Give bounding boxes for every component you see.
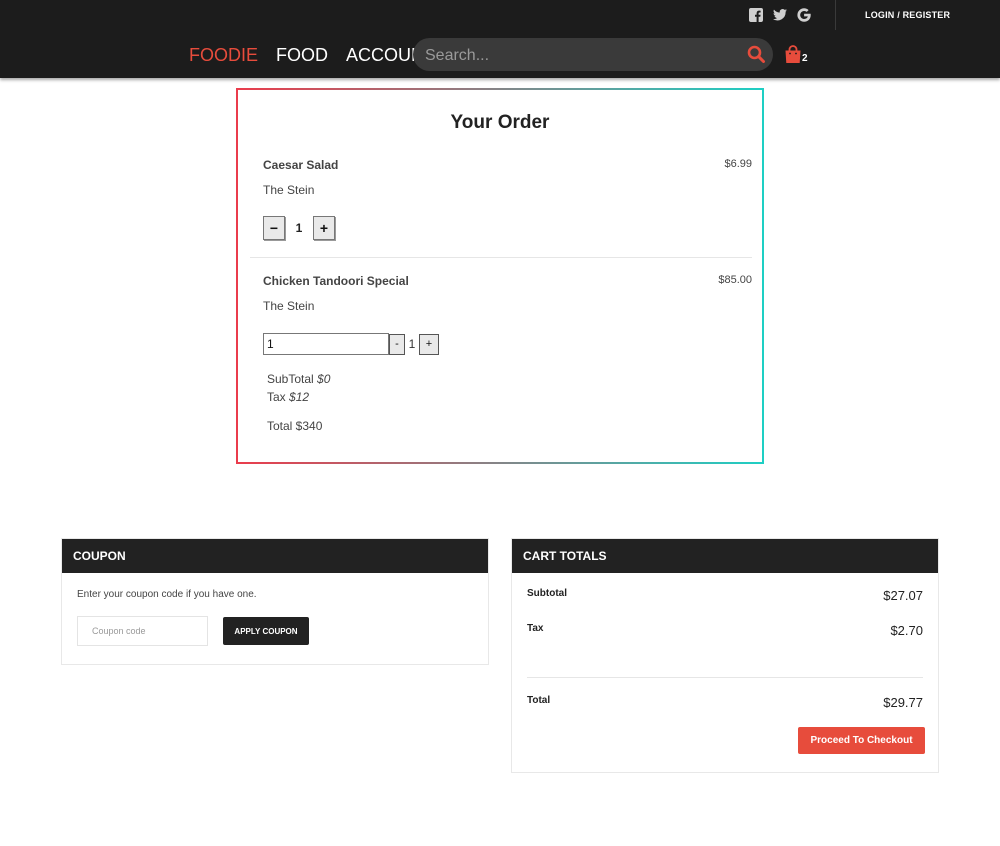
coupon-hint: Enter your coupon code if you have one. bbox=[77, 589, 257, 600]
tax-label: Tax bbox=[267, 390, 286, 404]
item-divider bbox=[250, 257, 752, 258]
facebook-icon[interactable] bbox=[749, 8, 763, 22]
apply-coupon-button[interactable]: APPLY COUPON bbox=[223, 617, 309, 645]
brand-link[interactable]: FOODIE bbox=[189, 44, 258, 66]
header-divider bbox=[835, 0, 836, 30]
subtotal-value: $27.07 bbox=[883, 588, 923, 603]
quantity-stepper: - 1 + bbox=[263, 333, 439, 355]
tax-label: Tax bbox=[527, 623, 544, 634]
increase-quantity-button[interactable]: + bbox=[313, 216, 335, 240]
cart-totals-heading: CART TOTALS bbox=[512, 539, 938, 573]
nav-food[interactable]: FOOD bbox=[276, 44, 328, 66]
search-bar bbox=[413, 38, 773, 71]
total-value: $29.77 bbox=[883, 695, 923, 710]
totals-divider bbox=[527, 677, 923, 678]
quantity-value: 1 bbox=[408, 337, 416, 351]
order-item-price: $6.99 bbox=[724, 158, 752, 170]
social-links bbox=[749, 8, 811, 22]
quantity-input[interactable] bbox=[263, 333, 389, 355]
top-header: LOGIN / REGISTER FOODIE FOOD ACCOUNT 2 bbox=[0, 0, 1000, 78]
subtotal-label: Subtotal bbox=[527, 588, 567, 599]
order-item-restaurant: The Stein bbox=[263, 183, 315, 197]
coupon-code-input[interactable] bbox=[77, 616, 208, 646]
quantity-stepper: − 1 + bbox=[263, 216, 335, 240]
tax-value: $2.70 bbox=[890, 623, 923, 638]
twitter-icon[interactable] bbox=[773, 8, 787, 22]
coupon-panel: COUPON Enter your coupon code if you hav… bbox=[61, 538, 489, 665]
google-icon[interactable] bbox=[797, 8, 811, 22]
order-tax: Tax $12 bbox=[267, 390, 309, 404]
order-item-name: Chicken Tandoori Special bbox=[263, 274, 409, 288]
search-icon[interactable] bbox=[747, 45, 765, 63]
search-input[interactable] bbox=[423, 42, 737, 69]
order-total: Total $340 bbox=[267, 419, 323, 433]
coupon-heading: COUPON bbox=[62, 539, 488, 573]
login-register-link[interactable]: LOGIN / REGISTER bbox=[865, 10, 950, 20]
total-label: Total bbox=[527, 695, 551, 706]
order-subtotal: SubTotal $0 bbox=[267, 372, 330, 386]
decrease-quantity-button[interactable]: - bbox=[389, 333, 405, 355]
tax-value: $12 bbox=[289, 390, 310, 404]
cart-count-badge: 2 bbox=[802, 53, 808, 64]
order-summary: Your Order Caesar Salad $6.99 The Stein … bbox=[236, 88, 764, 464]
increase-quantity-button[interactable]: + bbox=[419, 333, 439, 355]
decrease-quantity-button[interactable]: − bbox=[263, 216, 285, 240]
order-item-price: $85.00 bbox=[718, 274, 752, 286]
main-nav: FOODIE FOOD ACCOUNT bbox=[189, 44, 435, 66]
shopping-bag-icon[interactable] bbox=[784, 45, 802, 64]
order-item-name: Caesar Salad bbox=[263, 158, 339, 172]
subtotal-value: $0 bbox=[317, 372, 331, 386]
proceed-to-checkout-button[interactable]: Proceed To Checkout bbox=[798, 727, 925, 754]
order-title: Your Order bbox=[450, 112, 550, 133]
cart-totals-panel: CART TOTALS Subtotal $27.07 Tax $2.70 To… bbox=[511, 538, 939, 773]
subtotal-label: SubTotal bbox=[267, 372, 314, 386]
quantity-value: 1 bbox=[295, 221, 303, 235]
order-item-restaurant: The Stein bbox=[263, 299, 315, 313]
